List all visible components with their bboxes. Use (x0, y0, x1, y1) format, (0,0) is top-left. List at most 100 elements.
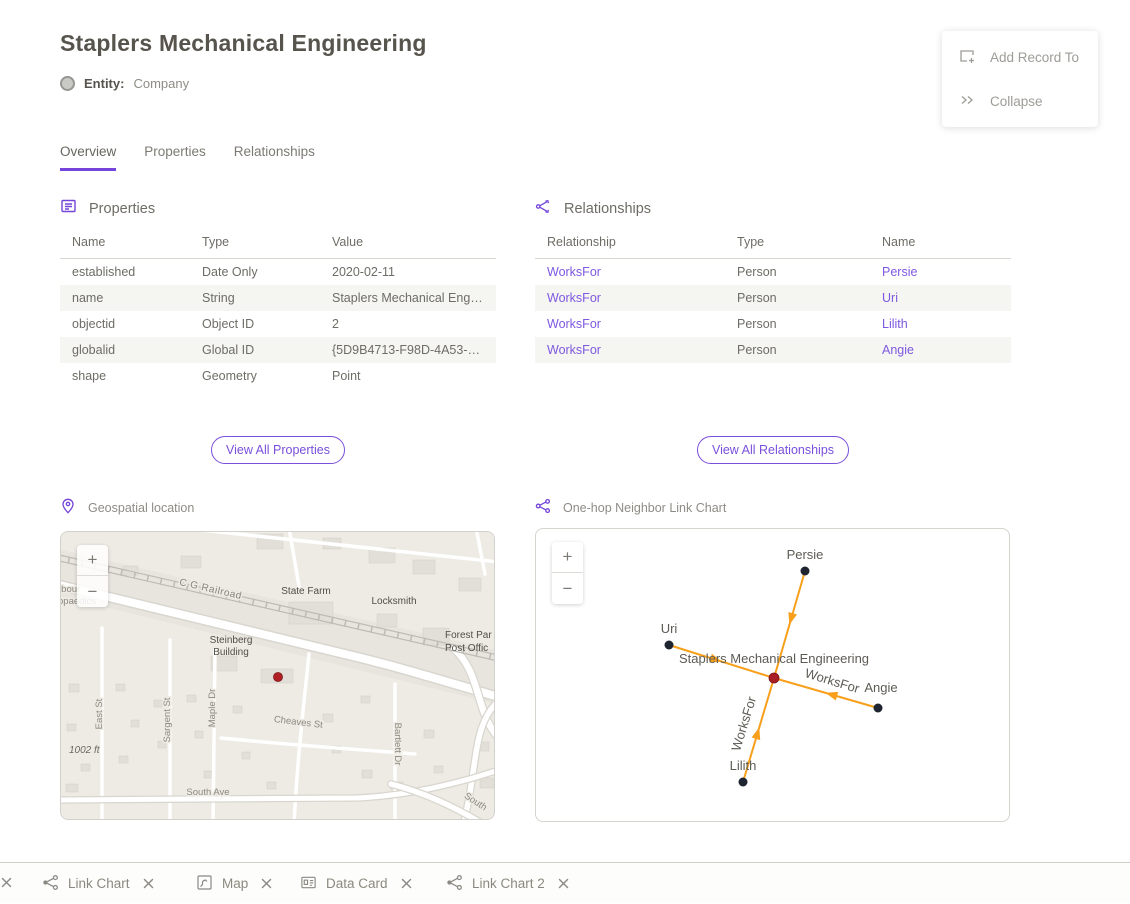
table-row: WorksFor Person Uri (535, 285, 1011, 311)
bottom-tab-label: Data Card (326, 876, 388, 891)
column-header: Type (725, 230, 870, 259)
node-label-lilith: Lilith (730, 758, 757, 773)
entity-row: Entity: Company (60, 76, 189, 91)
linkchart-section-title: One-hop Neighbor Link Chart (563, 501, 726, 515)
linkchart-zoom-in-button[interactable]: + (552, 542, 583, 573)
table-row: globalid Global ID {5D9B4713-F98D-4A53-… (60, 337, 496, 363)
close-icon[interactable] (558, 878, 569, 889)
menu-item-add-record-to[interactable]: Add Record To (942, 35, 1098, 79)
close-icon[interactable] (143, 878, 154, 889)
entity-value: Company (133, 76, 189, 91)
edge-label-worksfor: WorksFor (803, 665, 862, 696)
map-location-marker[interactable] (274, 673, 283, 682)
table-row: established Date Only 2020-02-11 (60, 259, 496, 286)
relationship-link[interactable]: WorksFor (547, 317, 601, 331)
column-header: Name (870, 230, 1011, 259)
relationship-link[interactable]: WorksFor (547, 343, 601, 357)
view-all-relationships-row: View All Relationships (535, 436, 1011, 464)
view-all-properties-button[interactable]: View All Properties (211, 436, 345, 464)
properties-section-title: Properties (89, 201, 155, 217)
poi-label-steinberg-2: Building (213, 647, 249, 658)
map-view[interactable]: C G Railroad State Farm Locksmith Forest… (60, 531, 495, 820)
street-label-maple: Maple Dr (207, 689, 218, 728)
bottom-tab-data-card[interactable]: Data Card (300, 863, 412, 904)
menu-item-collapse[interactable]: Collapse (942, 79, 1098, 123)
geospatial-section-title: Geospatial location (88, 501, 194, 515)
tab-properties[interactable]: Properties (144, 144, 206, 171)
related-entity-link[interactable]: Uri (882, 291, 898, 305)
poi-label-locksmith: Locksmith (371, 596, 416, 607)
column-header: Type (190, 230, 320, 259)
link-chart-canvas: WorksFor WorksFor Persie Uri Staplers Me… (536, 529, 1010, 822)
bottom-tab-link-chart-2[interactable]: Link Chart 2 (446, 863, 569, 904)
graph-node-uri[interactable] (665, 641, 674, 650)
link-chart-icon (42, 874, 59, 894)
tab-overview[interactable]: Overview (60, 144, 116, 171)
poi-label-forest-1: Forest Par (445, 630, 492, 641)
page-title: Staplers Mechanical Engineering (60, 30, 427, 57)
column-header: Relationship (535, 230, 725, 259)
view-all-relationships-button[interactable]: View All Relationships (697, 436, 849, 464)
map-zoom-control: + − (77, 545, 108, 607)
geospatial-section-header: Geospatial location (60, 498, 194, 517)
link-chart-view[interactable]: WorksFor WorksFor Persie Uri Staplers Me… (535, 528, 1010, 822)
related-entity-link[interactable]: Persie (882, 265, 917, 279)
map-pin-icon (60, 498, 76, 517)
close-icon[interactable] (401, 878, 412, 889)
menu-item-label: Collapse (990, 94, 1043, 109)
bottom-tab-label: Link Chart (68, 876, 130, 891)
relationships-icon (535, 198, 552, 219)
street-label-bartlett: Bartlett Dr (392, 723, 403, 766)
properties-table-header-row: Name Type Value (60, 230, 496, 259)
table-row: shape Geometry Point (60, 363, 496, 389)
collapse-icon (958, 91, 976, 112)
table-row: WorksFor Person Angie (535, 337, 1011, 363)
close-icon[interactable] (261, 878, 272, 889)
related-entity-link[interactable]: Lilith (882, 317, 908, 331)
table-row: WorksFor Person Persie (535, 259, 1011, 286)
street-label-east: East St (94, 698, 105, 729)
poi-label-state-farm: State Farm (281, 586, 330, 597)
relationship-link[interactable]: WorksFor (547, 291, 601, 305)
entity-label: Entity: (84, 76, 124, 91)
bottom-tab-bar: Link Chart Map Data Card (0, 862, 1130, 903)
relationships-table-header-row: Relationship Type Name (535, 230, 1011, 259)
bottom-tab-label: Link Chart 2 (472, 876, 545, 891)
node-label-center: Staplers Mechanical Engineering (679, 651, 869, 666)
related-entity-link[interactable]: Angie (882, 343, 914, 357)
menu-item-label: Add Record To (990, 50, 1079, 65)
link-chart-icon (446, 874, 463, 894)
bottom-tab-link-chart[interactable]: Link Chart (42, 863, 154, 904)
linkchart-zoom-out-button[interactable]: − (552, 573, 583, 604)
link-chart-icon (535, 498, 551, 517)
graph-node-lilith[interactable] (739, 778, 748, 787)
table-row: name String Staplers Mechanical Eng… (60, 285, 496, 311)
entity-type-dot (60, 76, 75, 91)
table-row: objectid Object ID 2 (60, 311, 496, 337)
close-icon[interactable] (1, 877, 12, 888)
linkchart-zoom-control: + − (552, 542, 583, 604)
node-label-angie: Angie (864, 680, 897, 695)
map-zoom-out-button[interactable]: − (77, 576, 108, 607)
relationships-section-header: Relationships (535, 198, 651, 219)
street-label-south-ave: South Ave (186, 787, 229, 798)
map-canvas: C G Railroad State Farm Locksmith Forest… (61, 532, 495, 820)
linkchart-section-header: One-hop Neighbor Link Chart (535, 498, 726, 517)
tab-bar: Overview Properties Relationships (60, 144, 315, 171)
node-label-uri: Uri (661, 621, 678, 636)
node-label-persie: Persie (787, 547, 824, 562)
view-all-properties-row: View All Properties (60, 436, 496, 464)
properties-icon (60, 198, 77, 219)
graph-node-center[interactable] (769, 673, 779, 683)
graph-node-angie[interactable] (874, 704, 883, 713)
relationship-link[interactable]: WorksFor (547, 265, 601, 279)
map-zoom-in-button[interactable]: + (77, 545, 108, 576)
bottom-tab-map[interactable]: Map (196, 863, 272, 904)
data-card-icon (300, 874, 317, 894)
graph-node-persie[interactable] (801, 567, 810, 576)
add-record-icon (958, 47, 976, 68)
column-header: Name (60, 230, 190, 259)
tab-relationships[interactable]: Relationships (234, 144, 315, 171)
relationships-table: Relationship Type Name WorksFor Person P… (535, 230, 1011, 363)
column-header: Value (320, 230, 496, 259)
